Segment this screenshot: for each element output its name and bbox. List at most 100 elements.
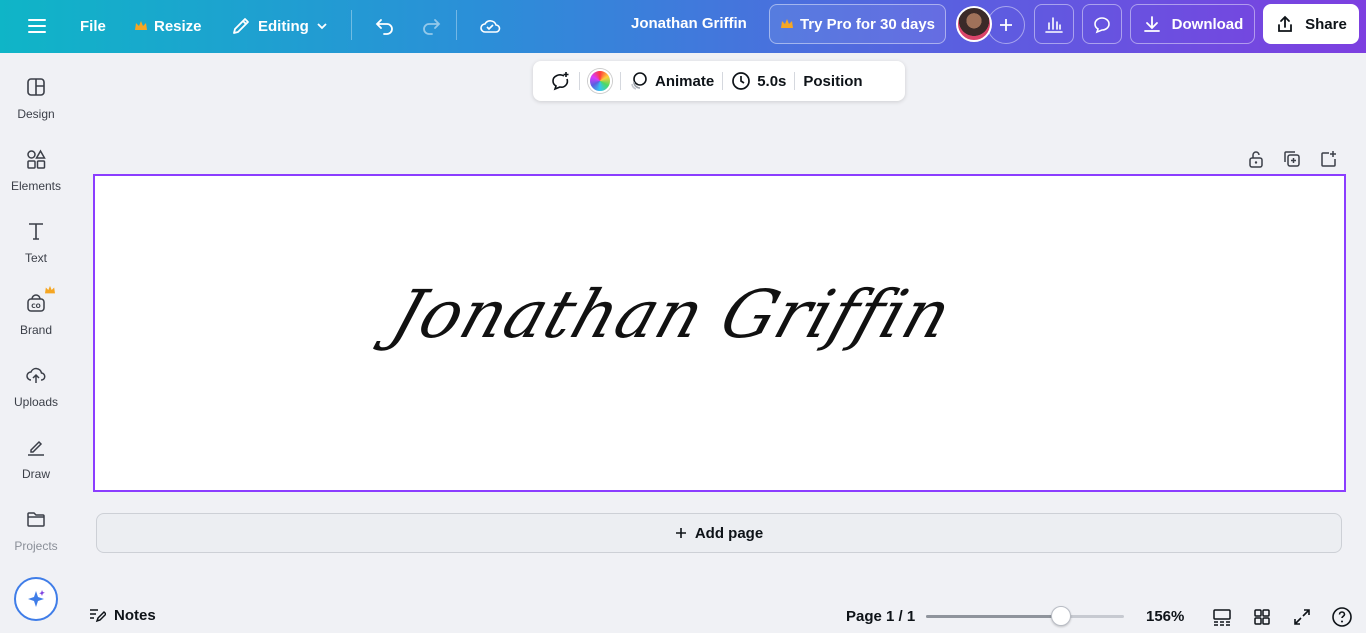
avatar[interactable] xyxy=(956,6,992,42)
element-toolbar: Animate 5.0s Position xyxy=(533,61,905,101)
notes-label: Notes xyxy=(114,606,156,624)
cloud-check-icon xyxy=(480,20,501,33)
document-title[interactable]: Jonathan Griffin xyxy=(631,15,747,32)
resize-label: Resize xyxy=(154,17,202,35)
divider xyxy=(351,10,352,40)
editing-mode-button[interactable]: Editing xyxy=(220,8,339,44)
sidebar-item-label: Projects xyxy=(14,539,58,553)
duration-label: 5.0s xyxy=(757,72,787,90)
add-page-icon xyxy=(1321,151,1336,167)
magic-assistant-button[interactable] xyxy=(14,577,58,621)
sidebar-item-brand[interactable]: CO Brand xyxy=(0,283,72,351)
file-label: File xyxy=(80,17,106,35)
help-button[interactable] xyxy=(1330,605,1354,629)
try-pro-button[interactable]: Try Pro for 30 days xyxy=(769,4,946,44)
menu-button[interactable] xyxy=(20,8,54,44)
lock-icon xyxy=(1249,151,1263,168)
download-icon xyxy=(1143,16,1160,32)
fullscreen-button[interactable] xyxy=(1290,605,1314,629)
share-button[interactable]: Share xyxy=(1263,4,1359,44)
sparkle-icon xyxy=(28,590,45,607)
add-page-top-button[interactable] xyxy=(1317,148,1339,170)
signature-text[interactable]: Jonathan Griffin xyxy=(382,276,961,353)
duration-button[interactable]: 5.0s xyxy=(723,65,794,97)
zoom-level[interactable]: 156% xyxy=(1146,608,1184,625)
hamburger-icon xyxy=(28,19,46,33)
sidebar-item-text[interactable]: Text xyxy=(0,211,72,279)
sidebar-item-draw[interactable]: Draw xyxy=(0,427,72,495)
insights-button[interactable] xyxy=(1034,4,1074,44)
undo-icon xyxy=(375,19,393,35)
duplicate-icon xyxy=(1284,151,1300,167)
folder-icon xyxy=(27,512,45,527)
save-status-button[interactable] xyxy=(468,8,512,44)
animate-icon xyxy=(631,72,647,90)
sidebar-item-label: Text xyxy=(24,251,47,265)
left-sidebar: Design Elements Text CO Brand Uploads Dr… xyxy=(0,53,72,633)
crown-icon xyxy=(780,19,793,28)
pencil-icon xyxy=(233,18,249,34)
sidebar-item-elements[interactable]: Elements xyxy=(0,139,72,207)
try-pro-label: Try Pro for 30 days xyxy=(799,15,936,33)
download-label: Download xyxy=(1171,15,1244,33)
thumbnail-view-button[interactable] xyxy=(1210,605,1234,629)
animate-button[interactable]: Animate xyxy=(621,65,722,97)
crown-icon xyxy=(135,21,147,30)
color-picker-button[interactable] xyxy=(580,65,620,97)
duplicate-page-button[interactable] xyxy=(1281,148,1303,170)
thumbnails-icon xyxy=(1213,609,1231,626)
position-button[interactable]: Position xyxy=(795,65,870,97)
notes-icon xyxy=(90,609,106,623)
comment-plus-icon xyxy=(552,72,569,91)
animate-label: Animate xyxy=(655,72,715,90)
sidebar-item-label: Draw xyxy=(21,467,50,481)
color-wheel-icon xyxy=(588,69,612,93)
invite-button[interactable] xyxy=(987,6,1025,44)
sidebar-item-label: Brand xyxy=(19,323,53,337)
undo-button[interactable] xyxy=(364,8,406,44)
share-label: Share xyxy=(1305,15,1347,33)
plus-icon xyxy=(675,528,686,538)
sidebar-item-label: Uploads xyxy=(13,395,59,409)
text-icon xyxy=(29,223,43,240)
sidebar-item-design[interactable]: Design xyxy=(0,67,72,135)
layout-icon xyxy=(27,78,45,96)
chevron-down-icon xyxy=(317,23,327,30)
position-label: Position xyxy=(803,72,863,90)
help-icon xyxy=(1332,607,1352,627)
clock-icon xyxy=(732,72,751,90)
zoom-slider-thumb[interactable] xyxy=(1050,606,1071,626)
comment-add-button[interactable] xyxy=(541,65,579,97)
bar-chart-icon xyxy=(1045,17,1063,33)
crown-icon xyxy=(45,285,55,294)
shapes-icon xyxy=(27,149,46,169)
resize-button[interactable]: Resize xyxy=(124,8,212,44)
lock-page-button[interactable] xyxy=(1245,148,1267,170)
zoom-slider[interactable] xyxy=(926,615,1124,618)
grid-view-button[interactable] xyxy=(1250,605,1274,629)
comments-button[interactable] xyxy=(1082,4,1122,44)
cloud-upload-icon xyxy=(26,367,46,383)
notes-button[interactable]: Notes xyxy=(88,606,156,624)
sidebar-item-projects[interactable]: Projects xyxy=(0,499,72,567)
editing-label: Editing xyxy=(258,17,309,35)
page-indicator[interactable]: Page 1 / 1 xyxy=(846,608,915,625)
zoom-slider-fill xyxy=(926,615,1061,618)
file-menu-button[interactable]: File xyxy=(70,8,116,44)
sidebar-item-label: Design xyxy=(17,107,55,121)
redo-icon xyxy=(423,19,441,35)
design-canvas[interactable]: Jonathan Griffin xyxy=(93,174,1346,492)
add-page-button[interactable]: Add page xyxy=(96,513,1342,553)
download-button[interactable]: Download xyxy=(1130,4,1255,44)
comment-icon xyxy=(1094,17,1110,34)
sidebar-item-uploads[interactable]: Uploads xyxy=(0,355,72,423)
grid-icon xyxy=(1254,609,1270,625)
share-icon xyxy=(1278,15,1293,32)
svg-text:CO: CO xyxy=(31,303,41,310)
draw-icon xyxy=(28,440,44,456)
sidebar-item-label: Elements xyxy=(10,179,62,193)
redo-button[interactable] xyxy=(410,8,452,44)
add-page-label: Add page xyxy=(694,524,764,542)
top-bar: File Resize Editing Jonathan Griffin Try… xyxy=(0,0,1366,53)
divider xyxy=(456,10,457,40)
